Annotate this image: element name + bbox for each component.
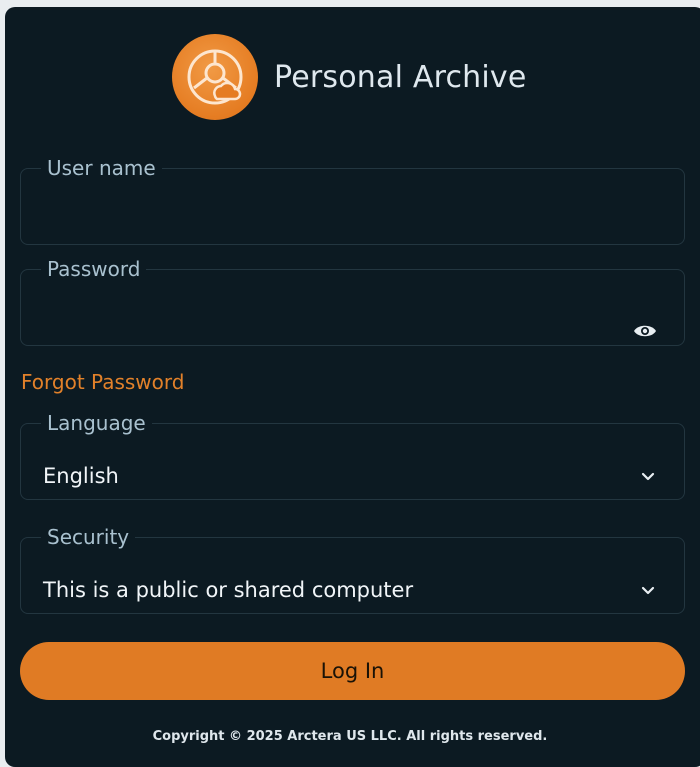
login-card: Personal Archive User name Password Forg… (5, 7, 700, 767)
archive-compass-icon (172, 34, 258, 120)
password-field: Password (20, 257, 685, 356)
forgot-password-link[interactable]: Forgot Password (21, 370, 184, 394)
password-label: Password (47, 257, 141, 281)
security-select[interactable]: Security This is a public or shared comp… (20, 526, 685, 614)
security-select-hitarea[interactable] (21, 548, 684, 613)
username-label: User name (47, 156, 156, 180)
language-select-hitarea[interactable] (21, 434, 684, 499)
username-input[interactable] (41, 213, 625, 255)
eye-icon[interactable] (632, 318, 658, 344)
security-label: Security (47, 525, 130, 549)
brand-header: Personal Archive (172, 33, 527, 121)
language-select[interactable]: Language English (20, 412, 685, 500)
login-button[interactable]: Log In (20, 642, 685, 700)
username-field: User name (20, 156, 685, 255)
app-title: Personal Archive (274, 59, 527, 95)
copyright-text: Copyright © 2025 Arctera US LLC. All rig… (152, 729, 548, 744)
language-label: Language (47, 411, 146, 435)
password-input[interactable] (41, 314, 625, 356)
